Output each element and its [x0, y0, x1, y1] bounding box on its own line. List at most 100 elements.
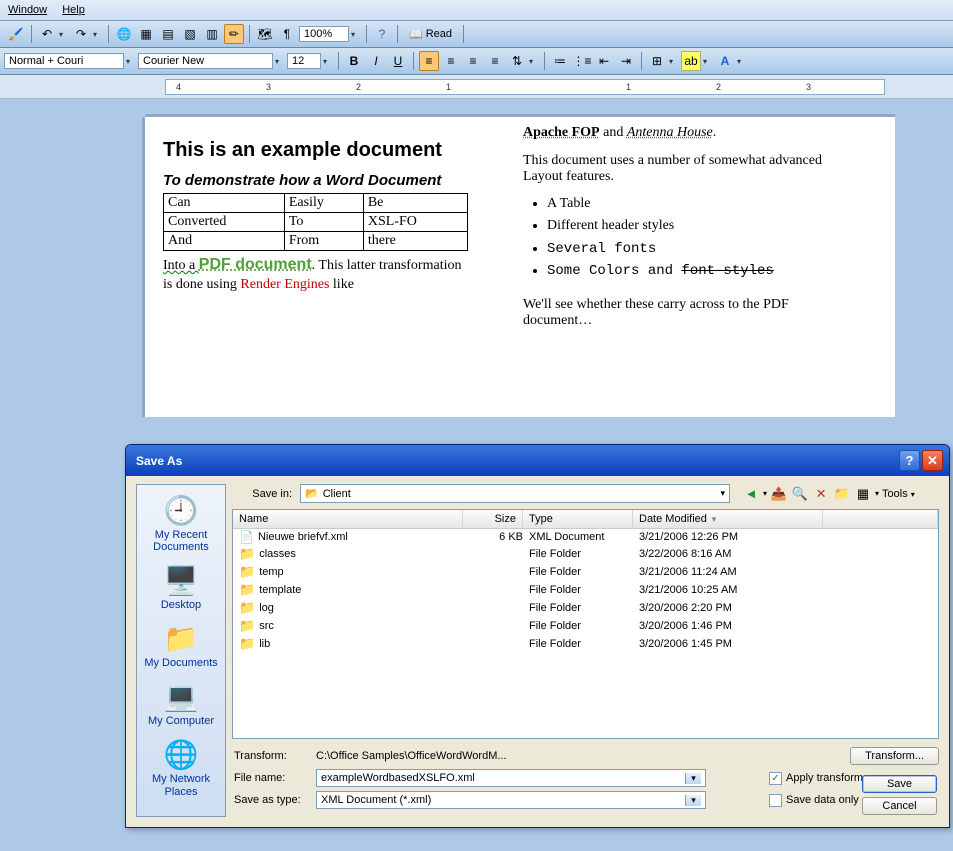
help-icon[interactable]: ? [372, 24, 392, 44]
font-color-icon[interactable]: A [715, 51, 735, 71]
ruler[interactable]: 4 3 2 1 1 2 3 [165, 79, 885, 95]
highlight-icon[interactable]: ab [681, 51, 701, 71]
table-cell: Be [363, 194, 467, 213]
file-row[interactable]: 📄Nieuwe briefvf.xml6 KBXML Document3/21/… [233, 529, 938, 545]
file-row[interactable]: 📁libFile Folder3/20/2006 1:45 PM [233, 635, 938, 653]
bullets-icon[interactable]: ⋮≡ [572, 51, 592, 71]
up-icon[interactable]: 📤 [770, 485, 788, 503]
place-mycomputer[interactable]: 💻My Computer [139, 679, 223, 727]
savein-dropdown[interactable]: ▾ [720, 488, 725, 499]
search-icon[interactable]: 🔍 [791, 485, 809, 503]
col-size[interactable]: Size [463, 510, 523, 528]
zoom-dropdown[interactable]: ▾ [351, 30, 361, 39]
close-button[interactable]: ✕ [922, 450, 943, 471]
read-button[interactable]: 📖Read [403, 27, 458, 42]
standard-toolbar: 🖌️ ↶▾ ↷▾ 🌐 ▦ ▤ ▧ ▥ ✏ 🗺 ¶ 100%▾ ? 📖Read [0, 21, 953, 48]
transform-button[interactable]: Transform... [850, 747, 939, 765]
size-dropdown[interactable]: ▾ [323, 57, 333, 66]
new-folder-icon[interactable]: 📁 [833, 485, 851, 503]
place-recent[interactable]: 🕘My Recent Documents [139, 493, 223, 553]
menu-window[interactable]: Window [8, 4, 47, 16]
file-row[interactable]: 📁srcFile Folder3/20/2006 1:46 PM [233, 617, 938, 635]
insert-worksheet-icon[interactable]: ▧ [180, 24, 200, 44]
dialog-titlebar[interactable]: Save As ? ✕ [126, 445, 949, 476]
menu-help[interactable]: Help [62, 4, 85, 16]
style-combo[interactable]: Normal + Couri [4, 53, 124, 69]
cancel-button[interactable]: Cancel [862, 797, 937, 815]
borders-dropdown[interactable]: ▾ [669, 57, 679, 66]
redo-icon[interactable]: ↷ [71, 24, 91, 44]
increase-indent-icon[interactable]: ⇥ [616, 51, 636, 71]
apache-fop-text: Apache FOP [523, 125, 600, 140]
intro-paragraph: This document uses a number of somewhat … [523, 153, 828, 185]
line-spacing-dropdown[interactable]: ▾ [529, 57, 539, 66]
format-painter-icon[interactable]: 🖌️ [6, 24, 26, 44]
col-date[interactable]: Date Modified ▼ [633, 510, 823, 528]
file-date: 3/20/2006 1:45 PM [639, 638, 829, 650]
table-cell: To [284, 213, 363, 232]
save-data-only-checkbox[interactable] [769, 794, 782, 807]
help-button[interactable]: ? [899, 450, 920, 471]
document-map-icon[interactable]: 🗺 [255, 24, 275, 44]
align-right-icon[interactable]: ≡ [463, 51, 483, 71]
file-row[interactable]: 📁tempFile Folder3/21/2006 11:24 AM [233, 563, 938, 581]
italic-icon[interactable]: I [366, 51, 386, 71]
insert-table-icon[interactable]: ▤ [158, 24, 178, 44]
place-label: My Computer [139, 715, 223, 727]
engines-line: Apache FOP and Antenna House. [523, 125, 828, 141]
align-left-icon[interactable]: ≡ [419, 51, 439, 71]
paragraph-marks-icon[interactable]: ¶ [277, 24, 297, 44]
style-dropdown[interactable]: ▾ [126, 57, 136, 66]
back-dropdown[interactable]: ▾ [763, 489, 767, 498]
undo-icon[interactable]: ↶ [37, 24, 57, 44]
file-row[interactable]: 📁templateFile Folder3/21/2006 10:25 AM [233, 581, 938, 599]
filename-dropdown[interactable]: ▾ [685, 773, 701, 784]
font-color-dropdown[interactable]: ▾ [737, 57, 747, 66]
highlight-dropdown[interactable]: ▾ [703, 57, 713, 66]
decrease-indent-icon[interactable]: ⇤ [594, 51, 614, 71]
folder-icon: 📁 [239, 582, 255, 598]
line-spacing-icon[interactable]: ⇅ [507, 51, 527, 71]
saveas-dropdown[interactable]: ▾ [685, 795, 701, 806]
file-name: 📁log [239, 600, 469, 616]
savein-combo[interactable]: 📂 Client ▾ [300, 484, 730, 503]
file-type: XML Document [529, 531, 639, 543]
borders-icon[interactable]: ⊞ [647, 51, 667, 71]
font-dropdown[interactable]: ▾ [275, 57, 285, 66]
hyperlink-icon[interactable]: 🌐 [114, 24, 134, 44]
text-fontstyles: font-styles [681, 263, 773, 279]
file-list[interactable]: Name Size Type Date Modified ▼ 📄Nieuwe b… [232, 509, 939, 739]
undo-dropdown[interactable]: ▾ [59, 30, 69, 39]
col-type[interactable]: Type [523, 510, 633, 528]
place-desktop[interactable]: 🖥️Desktop [139, 563, 223, 611]
tables-borders-icon[interactable]: ▦ [136, 24, 156, 44]
zoom-combo[interactable]: 100% [299, 26, 349, 42]
place-mydocs[interactable]: 📁My Documents [139, 621, 223, 669]
recent-icon: 🕘 [164, 493, 198, 527]
columns-icon[interactable]: ▥ [202, 24, 222, 44]
place-network[interactable]: 🌐My Network Places [139, 737, 223, 797]
file-row[interactable]: 📁classesFile Folder3/22/2006 8:16 AM [233, 545, 938, 563]
justify-icon[interactable]: ≡ [485, 51, 505, 71]
file-row[interactable]: 📁logFile Folder3/20/2006 2:20 PM [233, 599, 938, 617]
views-icon[interactable]: ▦ [854, 485, 872, 503]
tools-menu[interactable]: Tools ▾ [882, 488, 915, 500]
size-combo[interactable]: 12 [287, 53, 321, 69]
back-icon[interactable]: ◄ [742, 485, 760, 503]
filename-input[interactable]: exampleWordbasedXSLFO.xml▾ [316, 769, 706, 787]
save-button[interactable]: Save [862, 775, 937, 793]
page[interactable]: This is an example document To demonstra… [145, 117, 895, 417]
drawing-icon[interactable]: ✏ [224, 24, 244, 44]
apply-transform-checkbox[interactable]: ✓ [769, 772, 782, 785]
place-label: My Recent Documents [139, 529, 223, 553]
views-dropdown[interactable]: ▾ [875, 489, 879, 498]
align-center-icon[interactable]: ≡ [441, 51, 461, 71]
saveas-type-combo[interactable]: XML Document (*.xml)▾ [316, 791, 706, 809]
numbering-icon[interactable]: ≔ [550, 51, 570, 71]
underline-icon[interactable]: U [388, 51, 408, 71]
redo-dropdown[interactable]: ▾ [93, 30, 103, 39]
delete-icon[interactable]: ✕ [812, 485, 830, 503]
bold-icon[interactable]: B [344, 51, 364, 71]
font-combo[interactable]: Courier New [138, 53, 273, 69]
col-name[interactable]: Name [233, 510, 463, 528]
